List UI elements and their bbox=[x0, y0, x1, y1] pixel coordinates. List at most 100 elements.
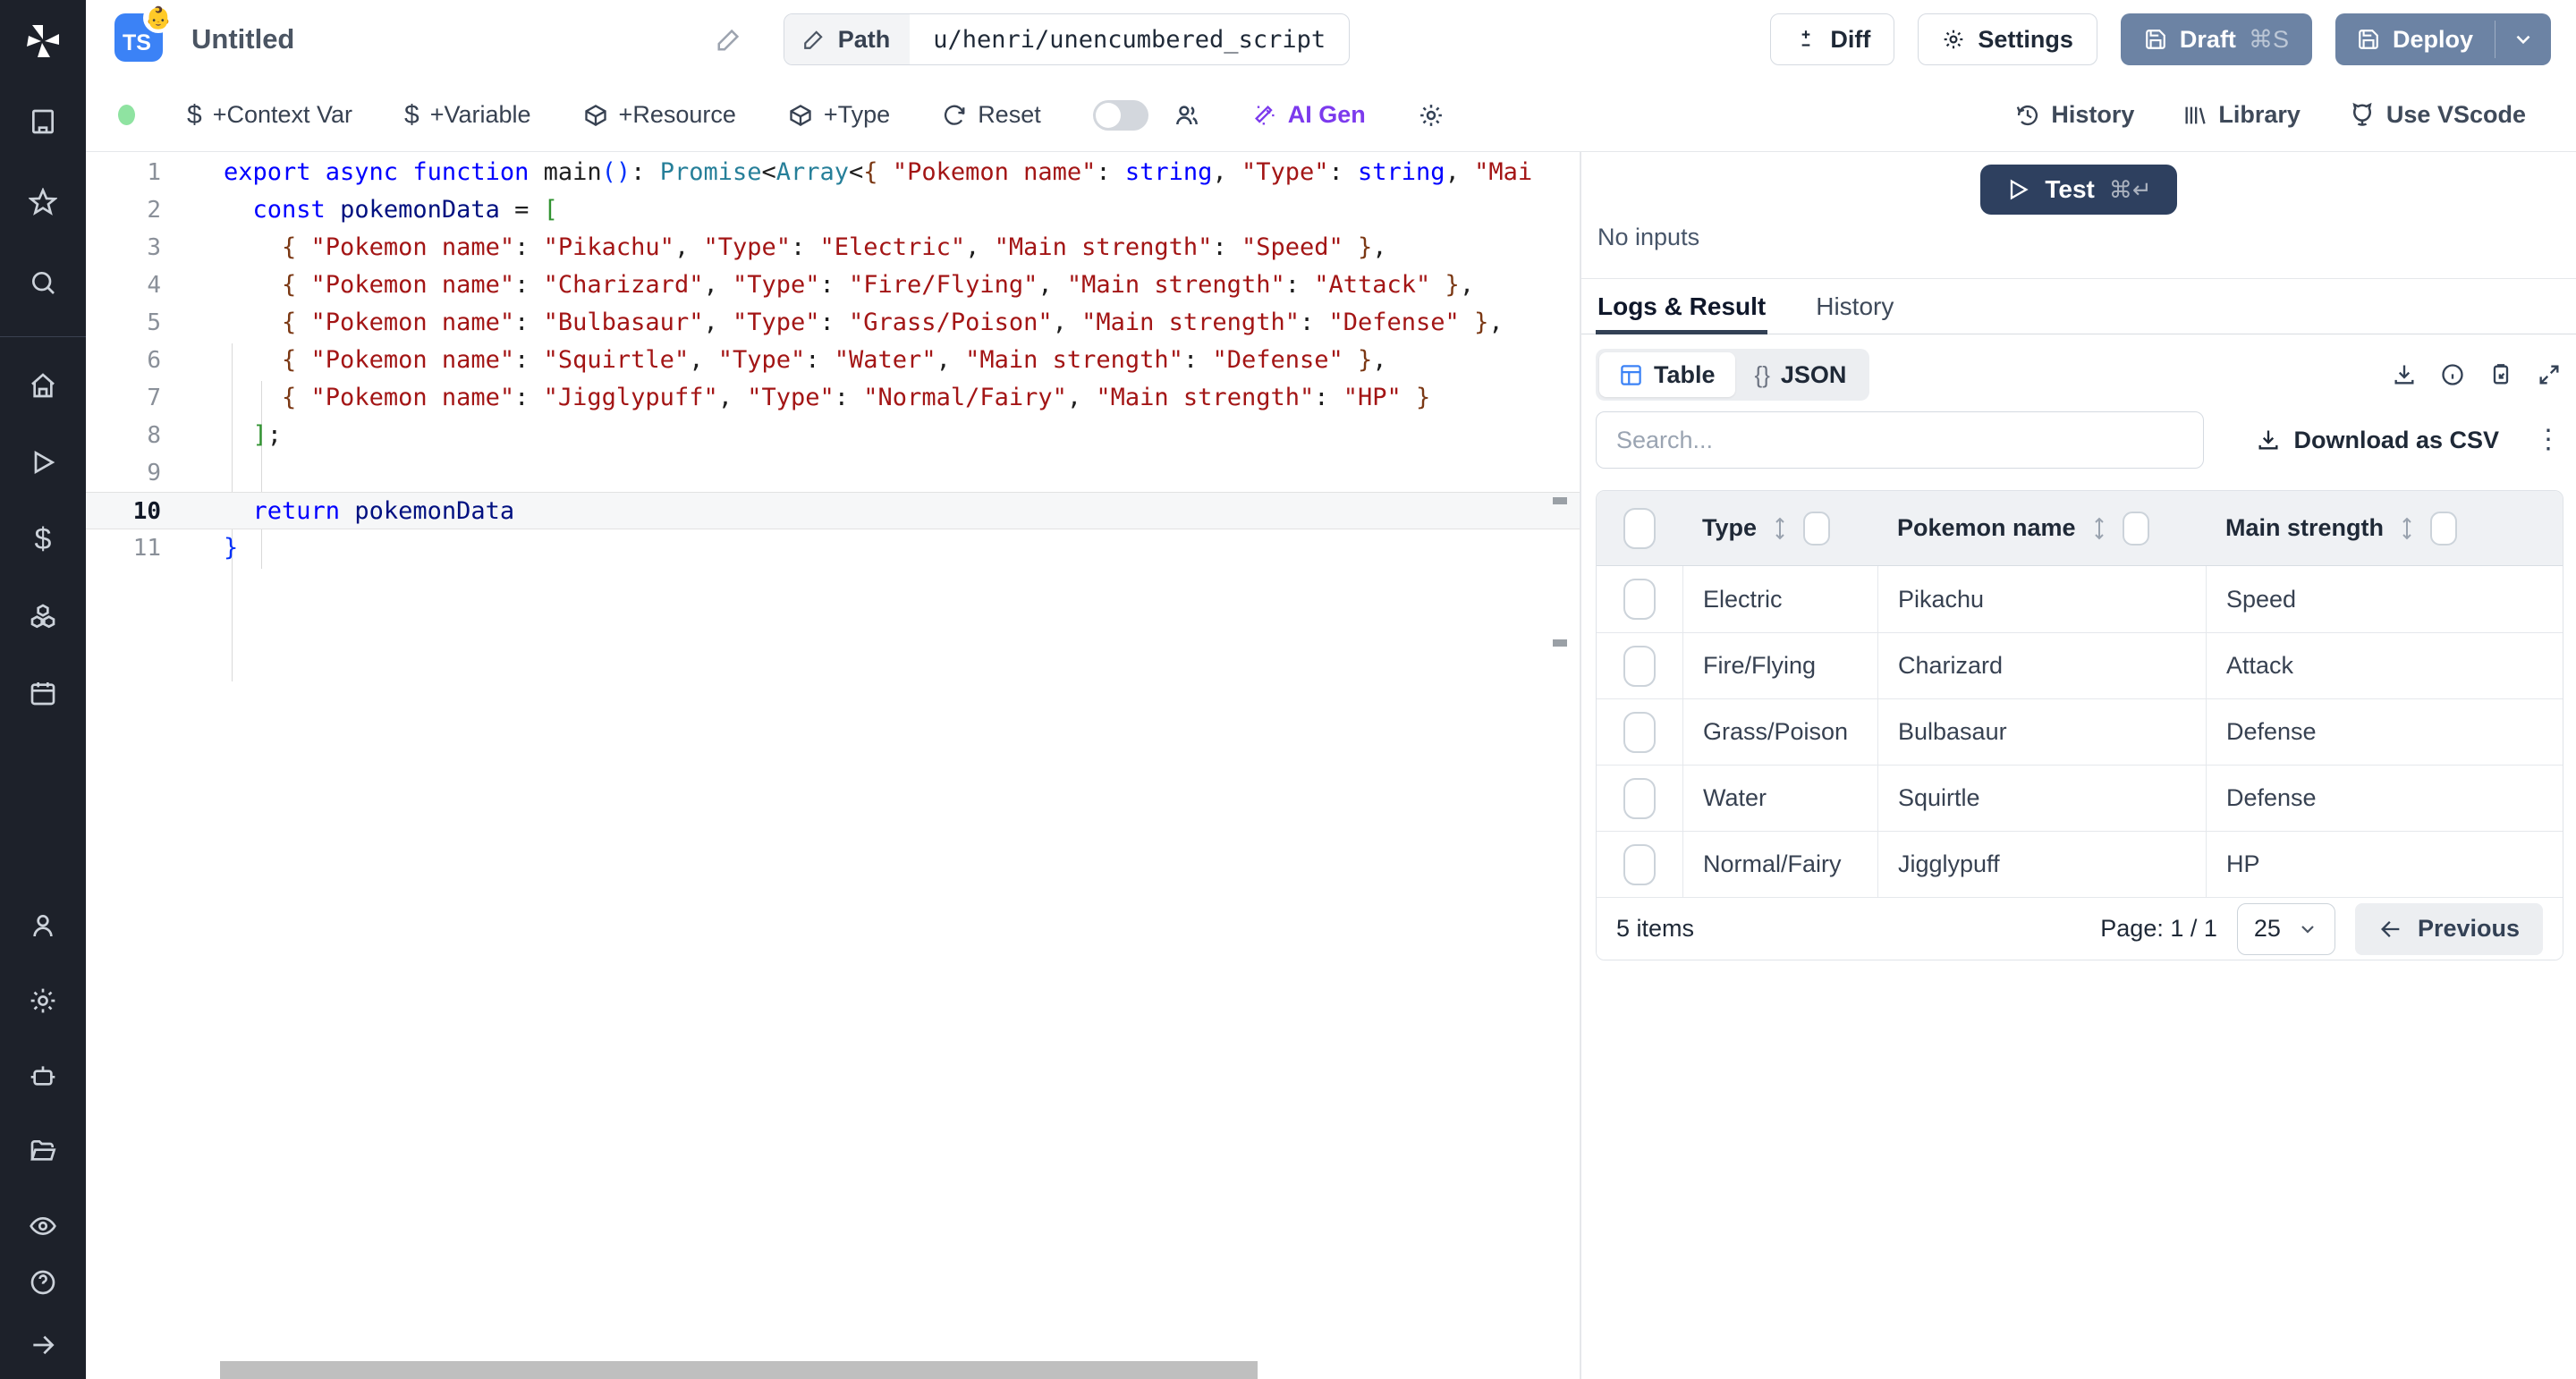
draft-button[interactable]: Draft ⌘S bbox=[2121, 13, 2312, 65]
info-icon[interactable] bbox=[2440, 362, 2465, 387]
variables-dollar-icon[interactable]: $ bbox=[21, 518, 64, 561]
more-options-kebab-icon[interactable]: ⋮ bbox=[2535, 427, 2562, 453]
row-checkbox[interactable] bbox=[1623, 844, 1656, 885]
table-row[interactable]: Normal/FairyJigglypuffHP bbox=[1597, 831, 2563, 897]
test-button[interactable]: Test ⌘↵ bbox=[1980, 165, 2176, 215]
use-vscode-button[interactable]: Use VScode bbox=[2349, 101, 2526, 129]
deploy-split-button: Deploy bbox=[2335, 13, 2551, 65]
braces-icon: {} bbox=[1755, 361, 1770, 389]
favorites-star-icon[interactable] bbox=[21, 181, 64, 224]
ai-gen-button[interactable]: AI Gen bbox=[1252, 101, 1366, 129]
table-cell: Speed bbox=[2206, 566, 2563, 632]
row-checkbox[interactable] bbox=[1623, 646, 1656, 687]
collapse-arrow-right-icon[interactable] bbox=[21, 1324, 64, 1366]
result-toolbar: Table {} JSON bbox=[1581, 349, 2576, 401]
schedules-calendar-icon[interactable] bbox=[21, 672, 64, 715]
header-checkbox-cell bbox=[1597, 491, 1682, 565]
diff-button[interactable]: Diff bbox=[1770, 13, 1894, 65]
code-line[interactable]: 9 bbox=[86, 454, 1580, 492]
table-row[interactable]: Grass/PoisonBulbasaurDefense bbox=[1597, 698, 2563, 765]
reset-button[interactable]: Reset bbox=[942, 101, 1041, 129]
code-lines[interactable]: 1export async function main(): Promise<A… bbox=[86, 154, 1580, 567]
column-toggle-checkbox[interactable] bbox=[2123, 512, 2149, 546]
folders-icon[interactable] bbox=[21, 1129, 64, 1172]
deploy-button[interactable]: Deploy bbox=[2335, 13, 2495, 65]
tab-history[interactable]: History bbox=[1816, 279, 1894, 334]
code-line[interactable]: 4 { "Pokemon name": "Charizard", "Type":… bbox=[86, 266, 1580, 304]
sort-icon[interactable] bbox=[2396, 516, 2418, 541]
sidebar-divider bbox=[0, 336, 86, 337]
code-line[interactable]: 1export async function main(): Promise<A… bbox=[86, 154, 1580, 191]
help-icon[interactable] bbox=[21, 1261, 64, 1304]
horizontal-scrollbar[interactable] bbox=[220, 1361, 1258, 1379]
editor-settings-gear-icon[interactable] bbox=[1418, 102, 1445, 129]
history-button[interactable]: History bbox=[2015, 101, 2134, 129]
path-label: Path bbox=[838, 26, 891, 54]
download-csv-button[interactable]: Download as CSV bbox=[2256, 427, 2499, 454]
table-row[interactable]: Fire/FlyingCharizardAttack bbox=[1597, 632, 2563, 698]
view-json-button[interactable]: {} JSON bbox=[1735, 352, 1867, 397]
page-size-select[interactable]: 25 bbox=[2237, 903, 2335, 955]
expand-icon[interactable] bbox=[2537, 362, 2562, 387]
line-number: 5 bbox=[86, 304, 184, 342]
download-result-icon[interactable] bbox=[2392, 362, 2417, 387]
workers-bot-icon[interactable] bbox=[21, 1054, 64, 1097]
page-title: Untitled bbox=[191, 23, 294, 55]
top-header: TS 👶 Untitled Path u/henri/unencumbered_… bbox=[86, 0, 2576, 79]
result-table: Type Pokemon name Main strength bbox=[1596, 490, 2563, 960]
add-variable-button[interactable]: $ +Variable bbox=[404, 100, 531, 131]
search-input[interactable] bbox=[1596, 411, 2204, 469]
edit-summary-pencil-icon[interactable] bbox=[716, 26, 742, 53]
previous-page-button[interactable]: Previous bbox=[2355, 903, 2543, 955]
library-button[interactable]: Library bbox=[2182, 101, 2301, 129]
vscode-cat-icon bbox=[2349, 102, 2376, 129]
code-line[interactable]: 3 { "Pokemon name": "Pikachu", "Type": "… bbox=[86, 229, 1580, 266]
code-line[interactable]: 2 const pokemonData = [ bbox=[86, 191, 1580, 229]
table-row[interactable]: ElectricPikachuSpeed bbox=[1597, 566, 2563, 632]
view-toggle: Table {} JSON bbox=[1596, 349, 1869, 401]
home-icon[interactable] bbox=[21, 364, 64, 407]
user-icon[interactable] bbox=[21, 904, 64, 947]
add-context-var-button[interactable]: $ +Context Var bbox=[187, 100, 352, 131]
row-checkbox[interactable] bbox=[1623, 712, 1656, 753]
line-number: 11 bbox=[86, 529, 184, 567]
select-all-checkbox[interactable] bbox=[1623, 508, 1656, 549]
row-checkbox[interactable] bbox=[1623, 778, 1656, 819]
windmill-logo-icon[interactable] bbox=[21, 20, 64, 63]
code-line[interactable]: 10 return pokemonData bbox=[86, 492, 1580, 529]
code-line[interactable]: 7 { "Pokemon name": "Jigglypuff", "Type"… bbox=[86, 379, 1580, 417]
code-line[interactable]: 6 { "Pokemon name": "Squirtle", "Type": … bbox=[86, 342, 1580, 379]
runner-panel: Test ⌘↵ No inputs Logs & Result History … bbox=[1581, 152, 2576, 1379]
script-language-badge: TS 👶 bbox=[114, 13, 166, 65]
tab-logs-and-result[interactable]: Logs & Result bbox=[1597, 279, 1766, 334]
copy-to-clipboard-icon[interactable] bbox=[2488, 362, 2513, 387]
script-path-field[interactable]: Path u/henri/unencumbered_script bbox=[784, 13, 1350, 65]
code-line[interactable]: 5 { "Pokemon name": "Bulbasaur", "Type":… bbox=[86, 304, 1580, 342]
column-toggle-checkbox[interactable] bbox=[1803, 512, 1830, 546]
search-icon[interactable] bbox=[21, 261, 64, 304]
runs-play-icon[interactable] bbox=[21, 441, 64, 484]
audit-eye-icon[interactable] bbox=[21, 1205, 64, 1248]
column-header-type: Type bbox=[1702, 514, 1757, 542]
table-row[interactable]: WaterSquirtleDefense bbox=[1597, 765, 2563, 831]
path-value[interactable]: u/henri/unencumbered_script bbox=[910, 14, 1349, 64]
sort-icon[interactable] bbox=[2089, 516, 2110, 541]
users-icon[interactable] bbox=[1174, 102, 1200, 129]
code-editor[interactable]: 1export async function main(): Promise<A… bbox=[86, 152, 1581, 1379]
view-table-button[interactable]: Table bbox=[1599, 352, 1735, 397]
collab-toggle[interactable] bbox=[1093, 100, 1148, 131]
add-resource-button[interactable]: +Resource bbox=[583, 101, 736, 129]
code-line[interactable]: 8 ]; bbox=[86, 417, 1580, 454]
row-checkbox[interactable] bbox=[1623, 579, 1656, 620]
settings-gear-icon[interactable] bbox=[21, 979, 64, 1022]
settings-button[interactable]: Settings bbox=[1918, 13, 2097, 65]
workspace-building-icon[interactable] bbox=[21, 100, 64, 143]
resources-boxes-icon[interactable] bbox=[21, 595, 64, 638]
code-line[interactable]: 11} bbox=[86, 529, 1580, 567]
deploy-dropdown-button[interactable] bbox=[2496, 13, 2551, 65]
table-cell: Pikachu bbox=[1877, 566, 2206, 632]
table-cell: Charizard bbox=[1877, 633, 2206, 698]
add-type-button[interactable]: +Type bbox=[788, 101, 890, 129]
column-toggle-checkbox[interactable] bbox=[2430, 512, 2457, 546]
sort-icon[interactable] bbox=[1769, 516, 1791, 541]
